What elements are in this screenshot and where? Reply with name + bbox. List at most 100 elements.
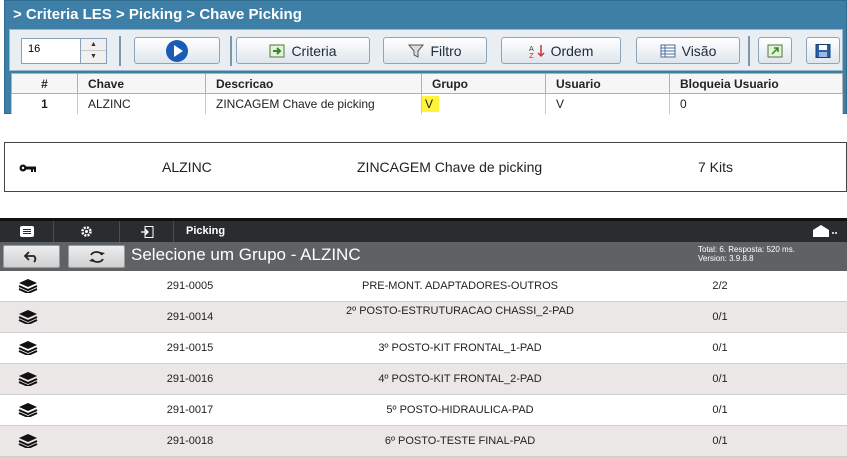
play-icon	[166, 39, 188, 62]
chave-picking-table: # Chave Descricao Grupo Usuario Bloqueia…	[11, 73, 843, 115]
list-item[interactable]: 291-0018 6º POSTO-TESTE FINAL-PAD 0/1	[0, 426, 847, 457]
cell-number: 1	[11, 93, 78, 115]
exit-icon	[140, 225, 153, 238]
group-quantity: 0/1	[712, 435, 728, 447]
table-header-row: # Chave Descricao Grupo Usuario Bloqueia…	[11, 73, 843, 94]
group-code: 291-0014	[166, 311, 214, 323]
group-code: 291-0017	[166, 404, 214, 416]
group-quantity: 0/1	[712, 311, 728, 323]
back-button[interactable]	[3, 245, 60, 268]
group-code: 291-0015	[166, 342, 214, 354]
picking-key-row[interactable]: ALZINC ZINCAGEM Chave de picking 7 Kits	[4, 142, 847, 192]
group-quantity: 2/2	[712, 280, 728, 292]
list-item[interactable]: 291-0014 2º POSTO-ESTRUTURACAO CHASSI_2-…	[0, 302, 847, 333]
ordem-button[interactable]: AZ Ordem	[501, 37, 621, 64]
breadcrumb: > Criteria LES > Picking > Chave Picking	[13, 6, 302, 23]
cell-grupo: V	[421, 93, 546, 115]
column-header-usuario[interactable]: Usuario	[545, 73, 670, 94]
group-description: 5º POSTO-HIDRAULICA-PAD	[386, 404, 534, 416]
status-total: Total: 6. Resposta: 520 ms.	[698, 245, 795, 254]
group-description: 6º POSTO-TESTE FINAL-PAD	[384, 435, 536, 447]
list-item[interactable]: 291-0016 4º POSTO-KIT FRONTAL_2-PAD 0/1	[0, 364, 847, 395]
group-code: 291-0005	[166, 280, 214, 292]
group-quantity: 0/1	[712, 404, 728, 416]
view-icon	[660, 44, 676, 57]
group-description: 2º POSTO-ESTRUTURACAO CHASSI_2-PAD	[346, 305, 574, 317]
picking-key-kits: 7 Kits	[698, 159, 734, 175]
status-info: Total: 6. Resposta: 520 ms. Version: 3.9…	[698, 245, 795, 263]
layers-icon	[18, 403, 38, 417]
settings-button[interactable]	[54, 221, 120, 242]
group-description: 4º POSTO-KIT FRONTAL_2-PAD	[378, 373, 542, 385]
group-list: 291-0005 PRE-MONT. ADAPTADORES-OUTROS 2/…	[0, 271, 847, 457]
criteria-les-window: > Criteria LES > Picking > Chave Picking…	[4, 0, 847, 115]
save-button[interactable]	[806, 37, 840, 64]
app-breadcrumb: Picking	[186, 225, 226, 237]
criteria-button[interactable]: Criteria	[236, 37, 370, 64]
table-row[interactable]: 1 ALZINC ZINCAGEM Chave de picking V V 0	[11, 93, 843, 115]
gear-icon	[81, 226, 92, 237]
group-description: PRE-MONT. ADAPTADORES-OUTROS	[362, 280, 558, 292]
spinner-value: 16	[28, 43, 41, 55]
export-button[interactable]	[758, 37, 792, 64]
column-header-number[interactable]: #	[11, 73, 78, 94]
filter-icon	[408, 44, 425, 58]
cell-usuario: V	[545, 93, 670, 115]
picking-key-chave: ALZINC	[162, 159, 212, 175]
group-code: 291-0016	[166, 373, 214, 385]
status-version: Version: 3.9.8.8	[698, 254, 754, 263]
ordem-label: Ordem	[550, 42, 594, 59]
group-quantity: 0/1	[712, 373, 728, 385]
column-header-bloqueia-usuario[interactable]: Bloqueia Usuario	[669, 73, 843, 94]
filtro-button[interactable]: Filtro	[383, 37, 487, 64]
list-item[interactable]: 291-0017 5º POSTO-HIDRAULICA-PAD 0/1	[0, 395, 847, 426]
visao-button[interactable]: Visão	[636, 37, 740, 64]
crop-gap	[0, 114, 847, 140]
picking-app: Picking Selecione um Grupo - ALZINC Tota…	[0, 218, 847, 457]
cell-chave: ALZINC	[77, 93, 206, 115]
layers-icon	[18, 310, 38, 324]
list-item[interactable]: 291-0005 PRE-MONT. ADAPTADORES-OUTROS 2/…	[0, 271, 847, 302]
menu-button[interactable]	[0, 221, 54, 242]
save-icon	[815, 43, 831, 58]
group-description: 3º POSTO-KIT FRONTAL_1-PAD	[378, 342, 542, 354]
toolbar-divider	[119, 36, 121, 66]
user-menu[interactable]	[812, 224, 838, 243]
picking-key-descricao: ZINCAGEM Chave de picking	[357, 159, 543, 175]
refresh-icon	[88, 250, 105, 263]
svg-text:Z: Z	[529, 52, 534, 58]
list-item[interactable]: 291-0015 3º POSTO-KIT FRONTAL_1-PAD 0/1	[0, 333, 847, 364]
column-header-grupo[interactable]: Grupo	[421, 73, 546, 94]
app-topbar: Picking	[0, 218, 847, 242]
group-code: 291-0018	[166, 435, 214, 447]
toolbar: 16 ▲ ▼ Criteria Filtro AZ Ordem Visão	[9, 29, 843, 71]
criteria-icon	[269, 44, 285, 57]
group-quantity: 0/1	[712, 342, 728, 354]
user-menu-icon	[813, 225, 837, 237]
column-header-chave[interactable]: Chave	[77, 73, 206, 94]
layers-icon	[18, 434, 38, 448]
spinner-buttons[interactable]: ▲ ▼	[80, 39, 106, 63]
undo-icon	[23, 250, 36, 263]
layers-icon	[18, 372, 38, 386]
layers-icon	[18, 341, 38, 355]
refresh-button[interactable]	[68, 245, 125, 268]
visao-label: Visão	[681, 42, 717, 59]
spinner-down-icon[interactable]: ▼	[81, 51, 106, 63]
app-header: Selecione um Grupo - ALZINC Total: 6. Re…	[0, 242, 847, 271]
cell-bloqueia: 0	[669, 93, 843, 115]
run-button[interactable]	[134, 37, 220, 64]
menu-icon	[19, 226, 34, 237]
page-title: Selecione um Grupo - ALZINC	[131, 245, 361, 264]
export-icon	[767, 44, 783, 57]
spinner-up-icon[interactable]: ▲	[81, 39, 106, 51]
cell-descricao: ZINCAGEM Chave de picking	[205, 93, 422, 115]
filtro-label: Filtro	[430, 42, 462, 59]
layers-icon	[18, 279, 38, 293]
column-header-descricao[interactable]: Descricao	[205, 73, 422, 94]
page-size-spinner[interactable]: 16 ▲ ▼	[21, 38, 107, 64]
sort-az-icon: AZ	[529, 44, 545, 58]
grupo-highlight: V	[422, 96, 440, 112]
logout-button[interactable]	[120, 221, 174, 242]
toolbar-divider	[748, 36, 750, 66]
